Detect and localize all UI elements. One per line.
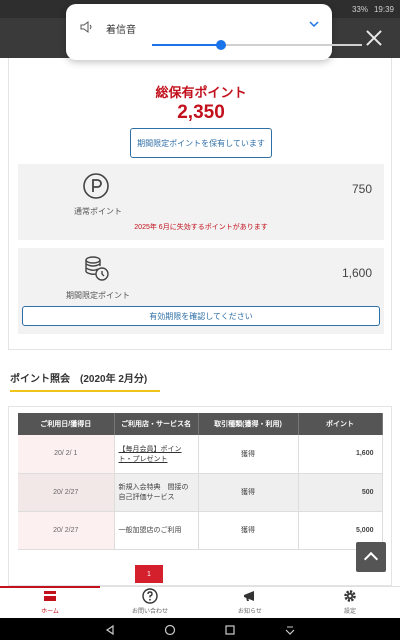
- volume-label: 着信音: [106, 25, 136, 36]
- notification-badge: 1: [135, 565, 163, 583]
- points-page: 総保有ポイント 2,350 期間限定ポイントを保有しています 通常ポイント 75…: [0, 58, 400, 586]
- expire-note: 2025年 6月に失効するポイントがあります: [134, 224, 268, 231]
- table-row: 20/ 2/ 1 【毎月会員】ポイント・プレゼント 獲得 1,600: [18, 435, 383, 474]
- back-icon[interactable]: [104, 623, 116, 636]
- tab-news[interactable]: お知らせ: [200, 587, 300, 618]
- home-card-icon: [44, 591, 56, 601]
- row-type: 獲得: [198, 511, 299, 550]
- history-table: ご利用日/獲得日 ご利用店・サービス名 取引種類(獲得・利用) ポイント 20/…: [18, 413, 383, 550]
- history-title: ポイント照会 (2020年 2月分): [10, 374, 148, 385]
- row-date: 20/ 2/27: [18, 473, 115, 512]
- table-row: 20/ 2/27 一般加盟店のご利用 獲得 5,000: [18, 511, 383, 550]
- speaker-icon: [80, 21, 92, 33]
- tab-settings[interactable]: 設定: [300, 587, 400, 618]
- battery-level: 33%: [351, 4, 368, 14]
- limited-points-panel: 期間限定ポイント 1,600 有効期限を確認してください: [18, 248, 384, 334]
- scroll-to-top-button[interactable]: [356, 542, 386, 572]
- gear-icon: [344, 590, 356, 602]
- points-summary-card: 総保有ポイント 2,350 期間限定ポイントを保有しています 通常ポイント 75…: [8, 58, 392, 350]
- keyboard-icon[interactable]: [284, 623, 296, 635]
- row-type: 獲得: [198, 435, 299, 474]
- check-expiry-button[interactable]: 有効期限を確認してください: [22, 306, 380, 326]
- tab-home[interactable]: ホーム: [0, 586, 100, 618]
- table-header-row: ご利用日/獲得日 ご利用店・サービス名 取引種類(獲得・利用) ポイント: [18, 413, 383, 435]
- title-underline: [10, 390, 160, 392]
- point-p-icon: [83, 173, 109, 199]
- tab-label: お知らせ: [238, 609, 262, 615]
- row-shop: 新規入会特典 間接の自己評価サービス: [114, 473, 199, 512]
- tab-label: 設定: [343, 609, 356, 615]
- limited-points-value: 1,600: [341, 266, 372, 280]
- close-button[interactable]: [364, 28, 384, 48]
- bottom-tab-bar: ホーム 1 お問い合わせ お知らせ 設定: [0, 565, 400, 618]
- home-circle-icon[interactable]: [164, 623, 176, 636]
- chevron-down-icon[interactable]: [308, 18, 320, 30]
- row-shop: 一般加盟店のご利用: [114, 511, 199, 550]
- limited-points-button[interactable]: 期間限定ポイントを保有しています: [130, 128, 272, 158]
- clock: 19:39: [373, 4, 394, 14]
- coin-stack-clock-icon: [85, 256, 109, 281]
- limited-points-caption: 期間限定ポイント: [66, 291, 130, 300]
- total-points-label: 総保有ポイント: [155, 85, 247, 100]
- volume-fill: [152, 44, 221, 46]
- volume-popup: 着信音: [66, 4, 362, 60]
- column-header: ポイント: [298, 413, 383, 435]
- row-date: 20/ 2/ 1: [18, 435, 115, 474]
- table-row: 20/ 2/27 新規入会特典 間接の自己評価サービス 獲得 500: [18, 473, 383, 512]
- row-type: 獲得: [198, 473, 299, 512]
- column-header: ご利用日/獲得日: [18, 413, 115, 435]
- question-icon: [142, 588, 158, 604]
- column-header: ご利用店・サービス名: [114, 413, 199, 435]
- tab-inquiry[interactable]: 1 お問い合わせ: [100, 565, 200, 618]
- recents-icon[interactable]: [224, 623, 236, 635]
- normal-points-value: 750: [351, 182, 372, 196]
- tab-label: お問い合わせ: [131, 609, 168, 615]
- megaphone-icon: [244, 591, 254, 601]
- shop-link[interactable]: 【毎月会員】ポイント・プレゼント: [119, 446, 182, 463]
- total-points-value: 2,350: [177, 102, 225, 123]
- normal-points-panel: 通常ポイント 750 2025年 6月に失効するポイントがあります: [18, 164, 384, 240]
- column-header: 取引種類(獲得・利用): [198, 413, 299, 435]
- row-points: 1,600: [298, 435, 383, 474]
- volume-slider-thumb[interactable]: [216, 40, 226, 50]
- history-card: ご利用日/獲得日 ご利用店・サービス名 取引種類(獲得・利用) ポイント 20/…: [8, 406, 392, 586]
- normal-points-caption: 通常ポイント: [74, 207, 122, 216]
- row-points: 500: [298, 473, 383, 512]
- android-nav-bar: [0, 618, 400, 640]
- tab-label: ホーム: [41, 609, 59, 615]
- row-date: 20/ 2/27: [18, 511, 115, 550]
- row-shop: 【毎月会員】ポイント・プレゼント: [114, 435, 199, 474]
